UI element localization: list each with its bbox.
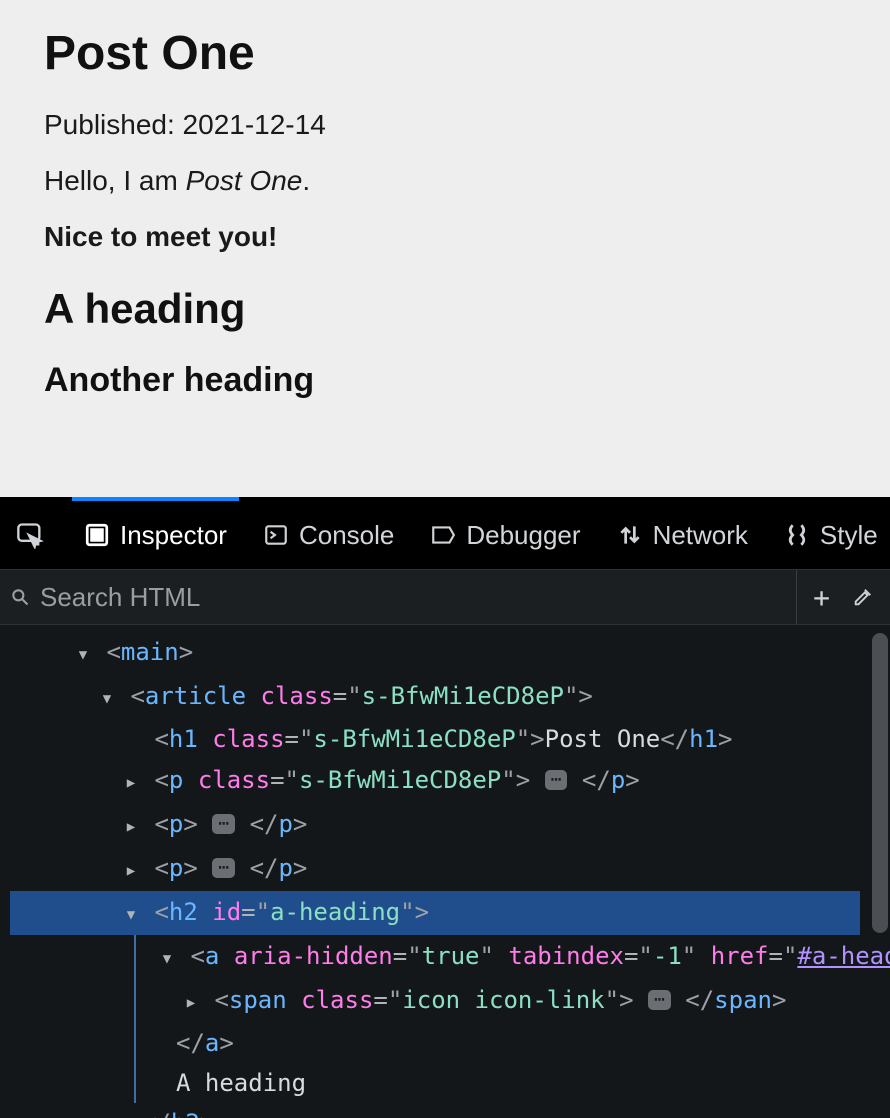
tab-style-editor-label: Style [820,520,878,551]
dom-text-a-heading[interactable]: A heading [154,1063,890,1103]
heading-h3: Another heading [44,361,846,400]
dom-node-p1[interactable]: <p class="s-BfwMi1eCD8eP"> ⋯ </p> [10,759,890,803]
heading-h2: A heading [44,285,846,333]
add-node-button[interactable]: + [813,581,830,614]
intro-emphasis: Post One [186,165,303,196]
tab-inspector-label: Inspector [120,520,227,551]
tab-style-editor[interactable]: Style [778,501,884,569]
debugger-icon [430,522,456,548]
expand-arrow-icon[interactable] [182,979,200,1023]
dom-node-h1[interactable]: <h1 class="s-BfwMi1eCD8eP">Post One</h1> [10,719,890,759]
tab-console[interactable]: Console [257,501,400,569]
devtools-panel: Inspector Console Debugger Network [0,497,890,1118]
eyedropper-icon[interactable] [852,586,874,608]
published-prefix: Published: [44,109,183,140]
style-editor-icon [784,522,810,548]
console-icon [263,522,289,548]
dom-node-a-h2[interactable]: <a aria-hidden="true" tabindex="-1" href… [154,935,890,979]
dom-node-span-icon[interactable]: <span class="icon icon-link"> ⋯ </span> [154,979,890,1023]
devtools-search-row: + [0,569,890,625]
dom-node-h2-close[interactable]: </h2> [10,1103,890,1118]
expand-arrow-icon[interactable] [122,891,140,935]
dom-node-article[interactable]: <article class="s-BfwMi1eCD8eP"> [10,675,890,719]
dom-node-a-close[interactable]: </a> [154,1023,890,1063]
published-line: Published: 2021-12-14 [44,109,846,141]
inspector-icon [84,522,110,548]
tab-network-label: Network [653,520,748,551]
collapsed-ellipsis[interactable]: ⋯ [212,814,235,834]
active-tab-highlight [72,497,239,501]
collapsed-ellipsis[interactable]: ⋯ [648,990,671,1010]
devtools-search-actions: + [796,570,890,624]
dom-tree[interactable]: <main> <article class="s-BfwMi1eCD8eP"> … [0,625,890,1118]
page-title: Post One [44,26,846,81]
expand-arrow-icon[interactable] [122,803,140,847]
expand-arrow-icon[interactable] [74,631,92,675]
expand-arrow-icon[interactable] [122,759,140,803]
tab-inspector[interactable]: Inspector [78,501,233,569]
devtools-toolbar: Inspector Console Debugger Network [0,497,890,569]
collapsed-ellipsis[interactable]: ⋯ [212,858,235,878]
published-date: 2021-12-14 [183,109,326,140]
expand-arrow-icon[interactable] [158,935,176,979]
dom-tree-container: <main> <article class="s-BfwMi1eCD8eP"> … [0,625,890,1118]
tab-console-label: Console [299,520,394,551]
search-icon [10,587,30,607]
element-picker-icon [16,521,44,549]
tab-network[interactable]: Network [611,501,754,569]
dom-node-h2[interactable]: <h2 id="a-heading"> [10,891,860,935]
nice-line: Nice to meet you! [44,221,846,253]
href-link[interactable]: #a-heading [797,942,890,970]
html-search[interactable] [0,581,796,614]
expand-arrow-icon[interactable] [122,847,140,891]
network-icon [617,522,643,548]
tab-debugger-label: Debugger [466,520,580,551]
element-picker-button[interactable] [10,501,54,569]
dom-node-p3[interactable]: <p> ⋯ </p> [10,847,890,891]
dom-node-main[interactable]: <main> [10,631,890,675]
collapsed-ellipsis[interactable]: ⋯ [545,770,568,790]
tab-debugger[interactable]: Debugger [424,501,586,569]
expand-arrow-icon[interactable] [98,675,116,719]
page-content: Post One Published: 2021-12-14 Hello, I … [0,0,890,497]
search-input[interactable] [38,581,786,614]
dom-node-p2[interactable]: <p> ⋯ </p> [10,803,890,847]
intro-line: Hello, I am Post One. [44,165,846,197]
dom-children-guide: <a aria-hidden="true" tabindex="-1" href… [134,935,890,1103]
